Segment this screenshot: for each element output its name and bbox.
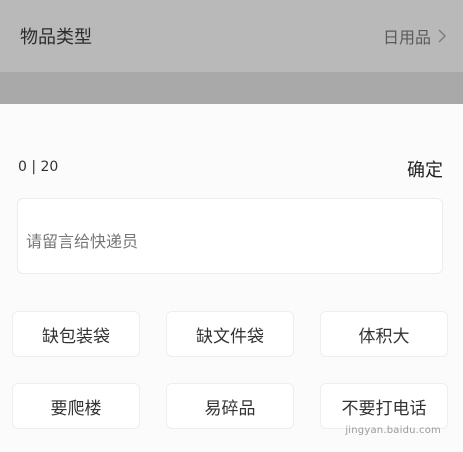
message-sheet: 0 | 20 确定 缺包装袋 缺文件袋 体积大 要爬楼 易碎品 不要打电话 ji… bbox=[0, 104, 463, 452]
chevron-right-icon bbox=[438, 29, 446, 43]
tag-button[interactable]: 要爬楼 bbox=[12, 383, 140, 429]
item-type-label: 物品类型 bbox=[20, 27, 92, 48]
tag-button[interactable]: 缺文件袋 bbox=[166, 311, 294, 357]
item-type-value-wrap: 日用品 bbox=[383, 24, 447, 48]
item-type-row: 物品类型 日用品 bbox=[0, 0, 463, 72]
confirm-button[interactable]: 确定 bbox=[407, 156, 443, 182]
tag-button[interactable]: 易碎品 bbox=[166, 383, 294, 429]
tag-button[interactable]: 体积大 bbox=[320, 311, 448, 357]
item-type-value: 日用品 bbox=[382, 28, 431, 47]
overlay-dim bbox=[0, 72, 463, 104]
watermark-text: jingyan.baidu.com bbox=[345, 425, 441, 436]
message-field[interactable] bbox=[17, 198, 443, 274]
message-input[interactable] bbox=[18, 199, 442, 273]
tag-button[interactable]: 缺包装袋 bbox=[12, 311, 140, 357]
tag-button[interactable]: 不要打电话 bbox=[320, 383, 448, 429]
char-counter: 0 | 20 bbox=[18, 159, 59, 175]
